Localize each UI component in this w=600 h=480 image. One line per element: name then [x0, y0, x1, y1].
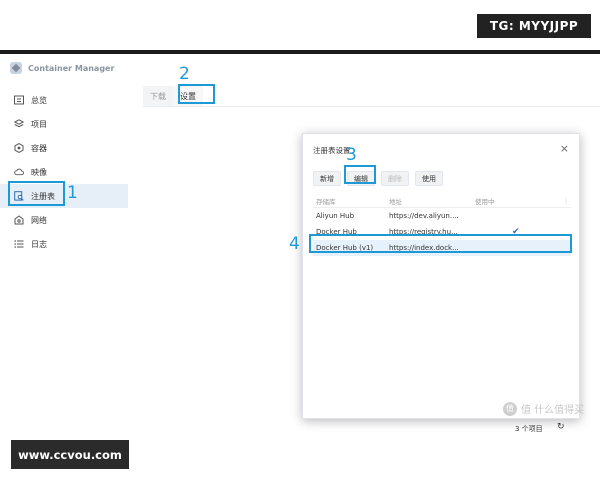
column-header-in-use[interactable]: 使用中 — [475, 196, 561, 206]
highlight-box-docker-hub-v1 — [309, 234, 572, 253]
sidebar-item-label: 映像 — [31, 167, 47, 177]
log-icon — [14, 239, 24, 249]
project-icon — [14, 119, 24, 129]
image-cloud-icon — [14, 167, 24, 177]
sidebar-item-label: 总览 — [31, 95, 47, 105]
highlight-box-settings-tab — [178, 84, 215, 104]
registry-address: https://dev.aliyun.... — [389, 212, 459, 220]
sidebar-item-project[interactable]: 项目 — [0, 112, 128, 136]
app-title: Container Manager — [28, 63, 115, 73]
watermark-badge-icon: 值 — [503, 401, 517, 416]
corner-watermark-text: 值 什么值得买 — [521, 405, 585, 416]
column-header-address[interactable]: 地址 — [389, 196, 475, 206]
sidebar: 总览 项目 容器 映像 注册表 网络 日志 — [0, 88, 128, 256]
sidebar-item-label: 项目 — [31, 119, 47, 129]
network-icon — [14, 215, 24, 225]
dialog-title: 注册表设置 — [313, 146, 351, 155]
overview-icon — [14, 95, 24, 105]
watermark-top: TG: MYYJJPP — [477, 14, 591, 38]
sidebar-item-label: 容器 — [31, 143, 47, 153]
annotation-number: 3 — [346, 145, 357, 165]
highlight-box-registry — [8, 181, 65, 206]
use-button[interactable]: 使用 — [415, 171, 443, 186]
item-count: 3 个项目 — [515, 425, 543, 433]
column-menu-icon[interactable]: ⋮ — [561, 197, 571, 205]
app-title-bar: Container Manager — [10, 61, 114, 75]
add-button[interactable]: 新增 — [313, 171, 341, 186]
tab-download[interactable]: 下载 — [143, 86, 173, 106]
highlight-box-edit-button — [344, 165, 376, 184]
dialog-toolbar: 新增 编辑 删除 使用 — [313, 171, 449, 186]
watermark-bottom: www.ccvou.com — [11, 440, 129, 469]
sidebar-item-container[interactable]: 容器 — [0, 136, 128, 160]
annotation-number: 1 — [67, 183, 78, 203]
table-header: 存储库 地址 使用中 ⋮ — [313, 194, 571, 208]
sidebar-item-log[interactable]: 日志 — [0, 232, 128, 256]
sidebar-item-overview[interactable]: 总览 — [0, 88, 128, 112]
column-header-registry[interactable]: 存储库 — [313, 196, 389, 206]
container-icon — [14, 143, 24, 153]
page: TG: MYYJJPP Container Manager 总览 项目 容器 映… — [0, 0, 600, 480]
close-icon[interactable]: × — [560, 142, 569, 155]
sidebar-item-label: 网络 — [31, 215, 47, 225]
container-manager-logo-icon — [10, 62, 22, 74]
tab-divider — [143, 106, 600, 107]
registry-name: Aliyun Hub — [316, 212, 355, 220]
table-row[interactable]: Aliyun Hub https://dev.aliyun.... — [313, 208, 571, 224]
sidebar-item-network[interactable]: 网络 — [0, 208, 128, 232]
corner-watermark: 值 值 什么值得买 — [503, 401, 584, 416]
annotation-number: 2 — [179, 64, 190, 84]
delete-button[interactable]: 删除 — [381, 171, 409, 186]
sidebar-item-label: 日志 — [31, 239, 47, 249]
annotation-number: 4 — [289, 234, 300, 254]
refresh-icon[interactable]: ↻ — [557, 422, 565, 432]
